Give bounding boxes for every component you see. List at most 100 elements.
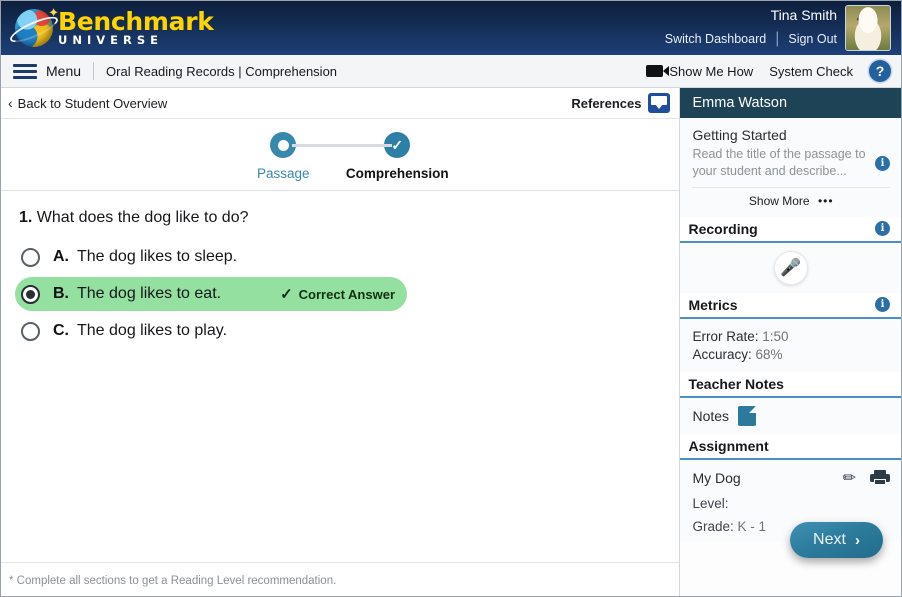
planet-logo-icon: ✦ (7, 6, 61, 47)
student-sidebar: Emma Watson Getting Started Read the tit… (679, 88, 901, 596)
show-me-how-button[interactable]: Show Me How (646, 64, 753, 79)
question-mark-icon[interactable]: ? (869, 60, 891, 82)
logo-secondary-text: UNIVERSE (58, 33, 163, 48)
video-camera-icon (646, 65, 670, 77)
metrics-section-header: Metrics i (680, 292, 901, 319)
question-block: 1. What does the dog like to do? A. The … (1, 191, 679, 348)
logo-primary-text: Benchmark (58, 7, 214, 37)
microphone-icon: 🎤 (780, 258, 802, 278)
recording-body: 🎤 (680, 242, 901, 293)
radio-button-a[interactable] (21, 247, 40, 267)
step-passage[interactable]: Passage (226, 132, 340, 181)
notes-row[interactable]: Notes (680, 397, 901, 434)
main-panel: ‹ Back to Student Overview References Pa… (1, 88, 681, 596)
info-icon[interactable]: i (875, 156, 890, 171)
show-me-how-label: Show Me How (669, 63, 754, 79)
step-comprehension[interactable]: ✓ Comprehension (340, 132, 454, 181)
menu-button[interactable]: Menu (46, 63, 81, 79)
stepper-connector (292, 144, 392, 147)
assignment-name: My Dog (692, 469, 741, 486)
back-to-student-overview-button[interactable]: ‹ Back to Student Overview (8, 95, 167, 111)
assignment-title: Assignment (688, 437, 769, 454)
question-text: What does the dog like to do? (36, 209, 249, 226)
account-links-divider: | (775, 30, 780, 47)
assignment-section-header: Assignment (680, 433, 901, 460)
switch-dashboard-link[interactable]: Switch Dashboard (665, 32, 766, 46)
option-row-b[interactable]: B. The dog likes to eat. ✓ Correct Answe… (15, 277, 407, 311)
sign-out-link[interactable]: Sign Out (788, 32, 837, 46)
show-more-label: Show More (748, 193, 810, 208)
sparkle-icon: ✦ (48, 5, 59, 20)
back-label: Back to Student Overview (17, 95, 168, 111)
student-name-bar: Emma Watson (680, 88, 901, 118)
hamburger-icon[interactable] (13, 63, 37, 79)
avatar[interactable] (845, 5, 891, 51)
option-row-c[interactable]: C. The dog likes to play. (15, 314, 407, 348)
step-comprehension-label: Comprehension (345, 166, 449, 181)
pencil-icon[interactable]: ✏ (843, 468, 856, 488)
application-window: ✦ Benchmark UNIVERSE Tina Smith Switch D… (0, 0, 902, 597)
option-a-letter: A. (53, 248, 69, 265)
recording-section-header: Recording i (680, 216, 901, 243)
assignment-grade-value: K - 1 (737, 518, 767, 534)
note-page-icon[interactable] (738, 405, 757, 426)
metric-error-rate: Error Rate: 1:50 (692, 329, 901, 344)
logo[interactable]: ✦ Benchmark UNIVERSE (7, 6, 214, 50)
assignment-level-label: Level: (692, 495, 729, 511)
check-icon: ✓ (280, 286, 293, 303)
record-button[interactable]: 🎤 (773, 250, 808, 285)
ellipsis-icon: ••• (817, 193, 834, 208)
teacher-notes-section-header: Teacher Notes (680, 371, 901, 398)
metrics-title: Metrics (688, 296, 738, 313)
next-button-label: Next (813, 531, 846, 548)
assignment-level: Level: (692, 496, 890, 511)
correct-answer-badge: ✓ Correct Answer (280, 285, 395, 303)
getting-started-title: Getting Started (692, 127, 787, 143)
content-area: ‹ Back to Student Overview References Pa… (1, 88, 901, 596)
next-button[interactable]: Next › (790, 522, 883, 558)
info-icon[interactable]: i (875, 297, 890, 313)
printer-icon[interactable] (870, 470, 890, 486)
sub-toolbar: ‹ Back to Student Overview References (1, 88, 680, 119)
show-more-button[interactable]: Show More ••• (692, 186, 890, 208)
account-block: Tina Smith Switch Dashboard | Sign Out (665, 5, 891, 51)
chevron-right-icon: › (854, 531, 860, 549)
references-card-icon (648, 93, 671, 113)
system-check-button[interactable]: System Check (769, 64, 853, 79)
toolbar-divider (93, 62, 95, 80)
getting-started-description: Read the title of the passage to your st… (692, 147, 866, 178)
metric-error-rate-value: 1:50 (762, 328, 789, 344)
question-number: 1. (19, 209, 33, 226)
footnote: * Complete all sections to get a Reading… (1, 562, 681, 596)
progress-stepper: Passage ✓ Comprehension (1, 119, 680, 191)
system-check-label: System Check (769, 63, 853, 79)
getting-started-panel: Getting Started Read the title of the pa… (680, 118, 901, 217)
recording-title: Recording (688, 220, 758, 237)
breadcrumb: Oral Reading Records | Comprehension (106, 63, 338, 79)
teacher-notes-title: Teacher Notes (688, 375, 784, 392)
option-b-letter: B. (53, 285, 69, 302)
notes-label: Notes (692, 407, 730, 424)
references-label: References (571, 95, 642, 111)
references-button[interactable]: References (571, 93, 671, 113)
question-prompt: 1. What does the dog like to do? (19, 209, 679, 227)
brand-header: ✦ Benchmark UNIVERSE Tina Smith Switch D… (1, 1, 901, 55)
assignment-grade-label: Grade: (692, 518, 734, 534)
metrics-body: Error Rate: 1:50 Accuracy: 68% (680, 318, 901, 372)
option-row-a[interactable]: A. The dog likes to sleep. (15, 240, 407, 274)
info-icon[interactable]: i (875, 221, 890, 237)
correct-answer-label: Correct Answer (298, 286, 395, 302)
main-toolbar: Menu Oral Reading Records | Comprehensio… (1, 55, 901, 88)
metric-accuracy-value: 68% (755, 346, 783, 362)
option-c-text: The dog likes to play. (77, 322, 228, 339)
option-c-letter: C. (53, 322, 69, 339)
metric-error-rate-label: Error Rate: (692, 328, 759, 344)
metric-accuracy-label: Accuracy: (692, 346, 752, 362)
chevron-left-icon: ‹ (8, 95, 13, 111)
metric-accuracy: Accuracy: 68% (692, 347, 901, 362)
step-passage-label: Passage (256, 166, 310, 181)
user-name: Tina Smith (770, 7, 837, 23)
radio-button-c[interactable] (21, 321, 40, 341)
radio-button-b[interactable] (21, 284, 40, 304)
option-a-text: The dog likes to sleep. (77, 248, 238, 265)
